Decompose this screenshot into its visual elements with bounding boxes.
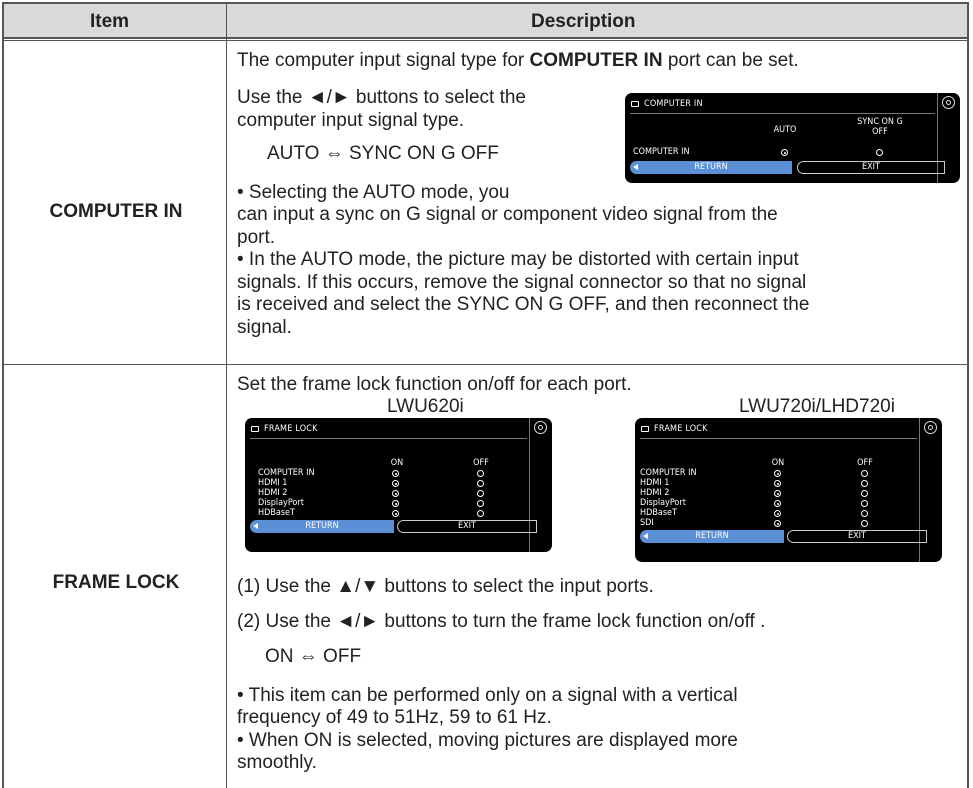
row-divider	[4, 364, 967, 365]
computer-in-intro: The computer input signal type for COMPU…	[237, 50, 799, 71]
header-separator	[4, 38, 967, 41]
frame-lock-note: smoothly.	[237, 752, 317, 773]
frame-lock-intro: Set the frame lock function on/off for e…	[237, 374, 632, 395]
model-label-a: LWU620i	[387, 396, 464, 417]
radio-on[interactable]	[774, 500, 781, 507]
osd-title: FRAME LOCK	[654, 424, 708, 434]
osd-return-button[interactable]: RETURN	[640, 530, 784, 543]
osd-exit-button[interactable]: EXIT	[797, 161, 945, 174]
row-item-computer-in: COMPUTER IN	[49, 201, 183, 222]
radio-off[interactable]	[477, 470, 484, 477]
radio-on[interactable]	[392, 470, 399, 477]
frame-lock-step: (1) Use the ▲/▼ buttons to select the in…	[237, 576, 654, 597]
radio-off[interactable]	[861, 480, 868, 487]
osd-exit-button[interactable]: EXIT	[397, 520, 537, 533]
radio-off[interactable]	[861, 510, 868, 517]
menu-icon	[641, 426, 649, 432]
radio-on[interactable]	[392, 510, 399, 517]
osd-row-label: COMPUTER IN	[258, 468, 315, 478]
frame-lock-step: (2) Use the ◄/► buttons to turn the fram…	[237, 611, 766, 632]
radio-sync-on-g-off[interactable]	[876, 149, 883, 156]
osd-col-sync: SYNC ON G	[857, 117, 903, 127]
osd-row-label: HDMI 1	[258, 478, 288, 488]
model-label-b: LWU720i/LHD720i	[739, 396, 895, 417]
computer-in-line: signals. If this occurs, remove the sign…	[237, 272, 807, 293]
osd-col-on: ON	[390, 458, 404, 468]
radio-on[interactable]	[774, 510, 781, 517]
osd-row-label: HDBaseT	[640, 508, 677, 518]
computer-in-line: • In the AUTO mode, the picture may be d…	[237, 249, 799, 270]
radio-on[interactable]	[392, 480, 399, 487]
osd-col-on: ON	[771, 458, 785, 468]
osd-row-label: HDBaseT	[258, 508, 295, 518]
radio-on[interactable]	[392, 500, 399, 507]
header-description: Description	[531, 11, 636, 32]
frame-lock-osd-lwu620i: FRAME LOCK ON OFF COMPUTER IN HDMI 1 HDM…	[245, 418, 552, 552]
radio-off[interactable]	[477, 480, 484, 487]
osd-row-label: COMPUTER IN	[640, 468, 697, 478]
row-item-frame-lock: FRAME LOCK	[52, 572, 180, 593]
computer-in-line: signal.	[237, 317, 292, 338]
radio-on[interactable]	[774, 490, 781, 497]
radio-off[interactable]	[477, 490, 484, 497]
osd-col-off: OFF	[473, 458, 489, 468]
computer-in-line: Use the ◄/► buttons to select the	[237, 87, 526, 108]
osd-col-sync-off: OFF	[872, 127, 888, 137]
radio-off[interactable]	[861, 520, 868, 527]
osd-row-label: DisplayPort	[258, 498, 304, 508]
settings-icon	[534, 421, 547, 434]
osd-row-label: HDMI 2	[258, 488, 288, 498]
frame-lock-note: • This item can be performed only on a s…	[237, 685, 738, 706]
osd-title: FRAME LOCK	[264, 424, 318, 434]
osd-col-off: OFF	[857, 458, 873, 468]
settings-table: Item Description COMPUTER IN The compute…	[2, 2, 969, 788]
computer-in-options: AUTO ⇔ SYNC ON G OFF	[267, 143, 499, 164]
osd-row-label: DisplayPort	[640, 498, 686, 508]
radio-on[interactable]	[774, 470, 781, 477]
radio-off[interactable]	[861, 500, 868, 507]
frame-lock-osd-lwu720i: FRAME LOCK ON OFF COMPUTER IN HDMI 1 HDM…	[635, 418, 942, 562]
radio-off[interactable]	[477, 500, 484, 507]
osd-exit-button[interactable]: EXIT	[787, 530, 927, 543]
frame-lock-note: frequency of 49 to 51Hz, 59 to 61 Hz.	[237, 707, 552, 728]
computer-in-osd: COMPUTER IN AUTO SYNC ON G OFF COMPUTER …	[625, 93, 960, 183]
frame-lock-note: • When ON is selected, moving pictures a…	[237, 730, 738, 751]
radio-on[interactable]	[392, 490, 399, 497]
settings-icon	[924, 421, 937, 434]
header-item: Item	[90, 11, 130, 32]
osd-return-button[interactable]: RETURN	[630, 161, 792, 174]
radio-on[interactable]	[774, 520, 781, 527]
osd-row-label: HDMI 1	[640, 478, 670, 488]
column-divider	[226, 2, 227, 788]
computer-in-line: • Selecting the AUTO mode, you	[237, 182, 510, 203]
monitor-icon	[631, 101, 639, 107]
radio-off[interactable]	[477, 510, 484, 517]
radio-auto[interactable]	[781, 149, 788, 156]
table-header: Item Description	[4, 2, 967, 38]
settings-icon	[942, 96, 955, 109]
osd-title: COMPUTER IN	[644, 99, 703, 109]
menu-icon	[251, 426, 259, 432]
osd-row-label: COMPUTER IN	[633, 147, 690, 157]
computer-in-line: computer input signal type.	[237, 110, 465, 131]
osd-row-label: HDMI 2	[640, 488, 670, 498]
computer-in-line: is received and select the SYNC ON G OFF…	[237, 294, 810, 315]
osd-col-auto: AUTO	[773, 125, 797, 135]
radio-off[interactable]	[861, 470, 868, 477]
osd-return-button[interactable]: RETURN	[250, 520, 394, 533]
osd-row-label: SDI	[640, 518, 654, 528]
computer-in-line: can input a sync on G signal or componen…	[237, 204, 778, 225]
computer-in-line: port.	[237, 227, 276, 248]
radio-on[interactable]	[774, 480, 781, 487]
frame-lock-options: ON ⇔ OFF	[265, 646, 362, 667]
radio-off[interactable]	[861, 490, 868, 497]
